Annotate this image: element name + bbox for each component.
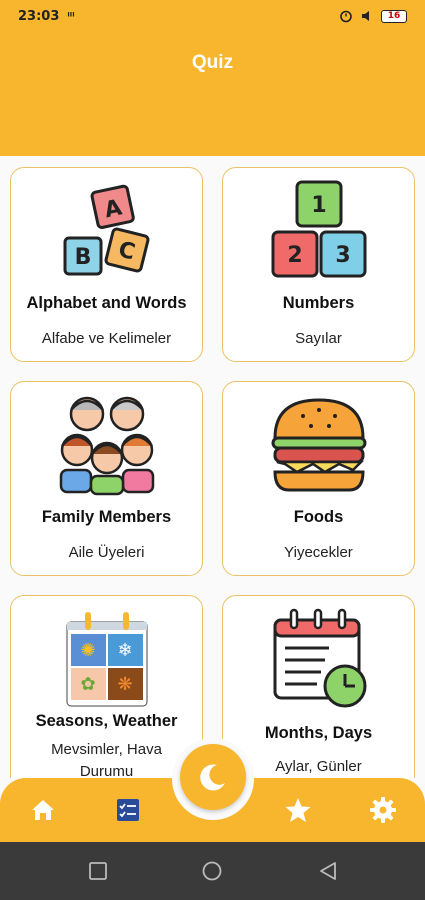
- hamburger-icon: [271, 398, 367, 492]
- calendar-clock-icon: [273, 608, 367, 708]
- home-system-icon[interactable]: [202, 861, 222, 881]
- category-grid: A B C Alphabet and Words Alfabe ve Kelim…: [0, 156, 425, 778]
- theme-moon-icon: [200, 764, 225, 791]
- system-nav-bar: [0, 842, 425, 900]
- category-card-foods[interactable]: Foods Yiyecekler: [222, 381, 415, 576]
- svg-text:✿: ✿: [80, 674, 95, 695]
- svg-text:✺: ✺: [80, 640, 95, 661]
- svg-text:B: B: [75, 245, 92, 270]
- svg-text:2: 2: [287, 243, 302, 268]
- gear-icon[interactable]: [369, 796, 397, 824]
- seasons-calendar-icon: ✺ ❄ ✿ ❋: [66, 612, 148, 707]
- category-subtitle: Alfabe ve Kelimeler: [41, 330, 172, 347]
- category-subtitle: Aile Üyeleri: [68, 544, 145, 561]
- quiz-icon[interactable]: [114, 796, 142, 824]
- star-icon[interactable]: [284, 796, 312, 824]
- category-title: Numbers: [282, 294, 355, 312]
- category-title: Seasons, Weather: [35, 712, 178, 730]
- category-card-months[interactable]: Months, Days Aylar, Günler: [222, 595, 415, 778]
- svg-text:❄: ❄: [117, 640, 132, 661]
- status-time: 23:03: [18, 8, 60, 24]
- category-card-numbers[interactable]: 1 2 3 Numbers Sayılar: [222, 167, 415, 362]
- recents-icon[interactable]: [88, 861, 108, 881]
- svg-text:3: 3: [335, 243, 350, 268]
- number-blocks-icon: 1 2 3: [271, 180, 367, 278]
- app-header: Quiz: [0, 32, 425, 156]
- category-title: Months, Days: [264, 724, 373, 742]
- signal-icon: ⁱˡˡ: [67, 9, 75, 23]
- volume-icon: [362, 11, 369, 21]
- category-card-seasons[interactable]: ✺ ❄ ✿ ❋ Seasons, Weather Mevsimler, Hava…: [10, 595, 203, 778]
- home-icon[interactable]: [29, 796, 57, 824]
- page-title: Quiz: [191, 52, 234, 73]
- svg-text:❋: ❋: [117, 674, 132, 695]
- category-title: Family Members: [41, 508, 172, 526]
- battery-indicator: 16: [381, 9, 407, 23]
- theme-toggle-button[interactable]: [180, 744, 246, 810]
- category-subtitle: Sayılar: [295, 330, 342, 347]
- alphabet-blocks-icon: A B C: [63, 184, 150, 276]
- category-card-alphabet[interactable]: A B C Alphabet and Words Alfabe ve Kelim…: [10, 167, 203, 362]
- category-title: Alphabet and Words: [26, 294, 187, 312]
- svg-text:1: 1: [311, 193, 326, 218]
- alarm-icon: [340, 10, 352, 23]
- back-icon[interactable]: [318, 861, 338, 881]
- category-card-family[interactable]: Family Members Aile Üyeleri: [10, 381, 203, 576]
- family-icon: [59, 396, 155, 496]
- status-bar: 23:03 ⁱˡˡ 16: [0, 0, 425, 32]
- category-title: Foods: [293, 508, 344, 526]
- category-subtitle: Yiyecekler: [284, 544, 353, 561]
